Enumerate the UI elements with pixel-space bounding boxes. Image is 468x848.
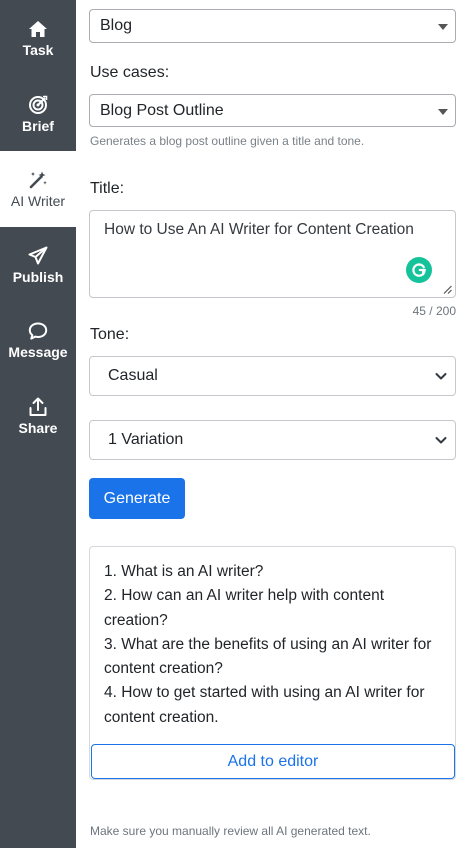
list-item: 4. How to get started with using an AI w… — [104, 684, 425, 726]
title-character-counter: 45 / 200 — [412, 304, 456, 318]
title-label: Title: — [90, 180, 125, 197]
sidebar-item-task[interactable]: Task — [0, 0, 76, 76]
resize-handle-icon[interactable] — [443, 285, 452, 294]
caret-down-icon — [438, 24, 448, 30]
caret-down-icon — [438, 108, 448, 115]
sidebar-item-label: Brief — [22, 117, 54, 134]
use-case-select[interactable]: Blog Post Outline — [89, 94, 456, 127]
list-item: 1. What is an AI writer? — [104, 563, 264, 580]
tone-label: Tone: — [90, 326, 130, 343]
sidebar: Task Brief AI Writer Publish Message Sha… — [0, 0, 76, 848]
ai-writer-panel: Blog Use cases: Blog Post Outline Genera… — [76, 0, 468, 848]
tone-select[interactable]: Casual — [89, 356, 456, 396]
variations-select[interactable]: 1 Variation — [89, 420, 456, 460]
use-case-help-text: Generates a blog post outline given a ti… — [90, 134, 365, 148]
use-case-select-value: Blog Post Outline — [100, 101, 224, 119]
generate-button[interactable]: Generate — [89, 478, 185, 519]
target-icon — [28, 95, 48, 115]
grammarly-icon[interactable] — [406, 257, 432, 283]
sidebar-item-publish[interactable]: Publish — [0, 227, 76, 303]
variations-select-value: 1 Variation — [108, 431, 184, 448]
generated-outline-list: 1. What is an AI writer? 2. How can an A… — [104, 560, 434, 730]
magic-wand-icon — [28, 170, 48, 190]
sidebar-item-label: Task — [22, 41, 54, 58]
chevron-down-icon — [435, 434, 447, 446]
sidebar-item-ai-writer[interactable]: AI Writer — [0, 151, 76, 227]
ai-review-disclaimer: Make sure you manually review all AI gen… — [90, 824, 371, 838]
home-icon — [28, 19, 48, 39]
chat-icon — [28, 321, 48, 341]
category-select[interactable]: Blog — [89, 9, 456, 43]
category-select-value: Blog — [100, 17, 133, 34]
sidebar-item-share[interactable]: Share — [0, 378, 76, 454]
sidebar-item-label: AI Writer — [10, 192, 66, 209]
sidebar-item-label: Publish — [12, 268, 64, 285]
list-item: 2. How can an AI writer help with conten… — [104, 587, 385, 629]
chevron-down-icon — [435, 370, 447, 382]
send-icon — [28, 246, 48, 266]
sidebar-item-message[interactable]: Message — [0, 302, 76, 378]
generated-output-card: 1. What is an AI writer? 2. How can an A… — [89, 546, 456, 780]
share-icon — [28, 397, 48, 417]
sidebar-item-brief[interactable]: Brief — [0, 76, 76, 152]
list-item: 3. What are the benefits of using an AI … — [104, 635, 432, 678]
title-text: How to Use An AI Writer for Content Crea… — [104, 221, 414, 238]
use-cases-label: Use cases: — [90, 64, 170, 81]
add-to-editor-button[interactable]: Add to editor — [91, 744, 455, 779]
tone-select-value: Casual — [108, 367, 158, 384]
sidebar-item-label: Share — [18, 419, 58, 436]
sidebar-item-label: Message — [8, 343, 68, 360]
title-textarea[interactable]: How to Use An AI Writer for Content Crea… — [89, 210, 456, 298]
